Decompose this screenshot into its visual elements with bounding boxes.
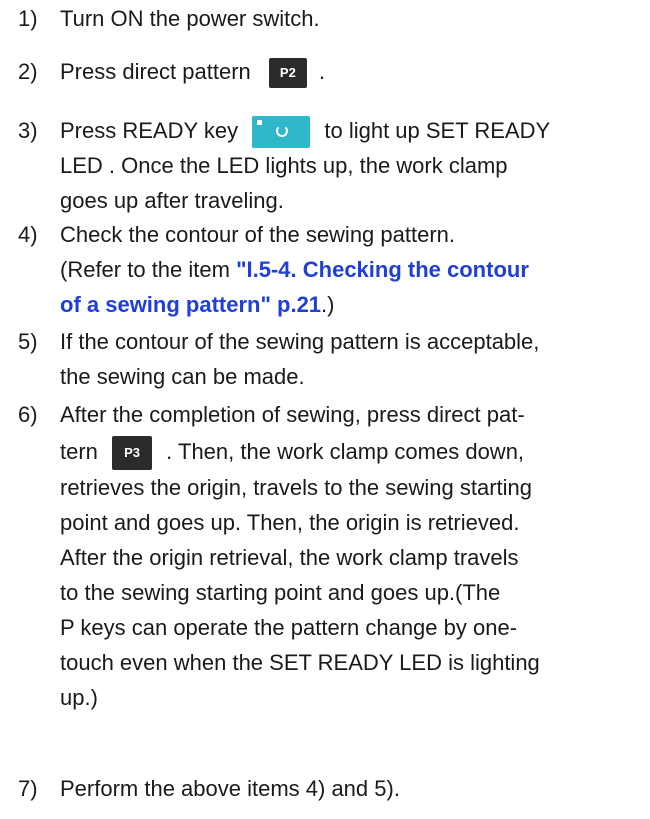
step-number: 2) (18, 59, 38, 84)
power-icon (276, 125, 289, 138)
step-text: .) (321, 292, 335, 317)
step-line: tern P3 . Then, the work clamp comes dow… (60, 435, 525, 471)
step-text: the sewing can be made. (60, 364, 305, 389)
step-text: After the origin retrieval, the work cla… (60, 545, 519, 570)
step-number: 1) (18, 6, 38, 31)
step-text: LED . Once the LED lights up, the work c… (60, 153, 508, 178)
step-text: up.) (60, 685, 98, 710)
step-line: of a sewing pattern" p.21.) (60, 288, 335, 322)
p2-key-icon: P2 (268, 58, 307, 89)
step-line: (Refer to the item "I.5-4. Checking the … (60, 253, 529, 287)
step-text: Check the contour of the sewing pattern. (60, 222, 456, 247)
led-indicator-icon (257, 120, 263, 126)
step-text: retrieves the origin, travels to the sew… (60, 475, 533, 500)
step-line: Press direct pattern P2 . (60, 55, 325, 89)
step-text: After the completion of sewing, press di… (60, 402, 525, 427)
p3-key-icon: P3 (112, 436, 153, 471)
step-text: P keys can operate the pattern change by… (60, 615, 518, 640)
step-line: Press READY key to light up SET READY (60, 114, 551, 149)
step-text: Turn ON the power switch. (60, 6, 320, 31)
step-text: to light up SET READY (324, 118, 551, 143)
reference-link[interactable]: of a sewing pattern" p.21 (60, 292, 321, 317)
step-text: goes up after traveling. (60, 188, 284, 213)
step-text: . (319, 59, 326, 84)
step-text: Perform the above items 4) and 5). (60, 776, 400, 801)
key-label: P2 (279, 65, 296, 81)
step-number: 7) (18, 776, 38, 801)
step-number: 5) (18, 329, 38, 354)
step-text: touch even when the SET READY LED is lig… (60, 650, 540, 675)
step-text: . Then, the work clamp comes down, (166, 439, 525, 464)
step-text: If the contour of the sewing pattern is … (60, 329, 540, 354)
step-text: Press READY key (60, 118, 239, 143)
step-number: 4) (18, 222, 38, 247)
ready-key-icon (252, 116, 311, 149)
reference-link[interactable]: "I.5-4. Checking the contour (236, 257, 529, 282)
step-text: point and goes up. Then, the origin is r… (60, 510, 520, 535)
step-text: Press direct pattern (60, 59, 251, 84)
step-text: to the sewing starting point and goes up… (60, 580, 501, 605)
step-text: tern (60, 439, 98, 464)
step-number: 6) (18, 402, 38, 427)
key-label: P3 (124, 445, 140, 461)
step-number: 3) (18, 118, 38, 143)
step-text: (Refer to the item (60, 257, 237, 282)
